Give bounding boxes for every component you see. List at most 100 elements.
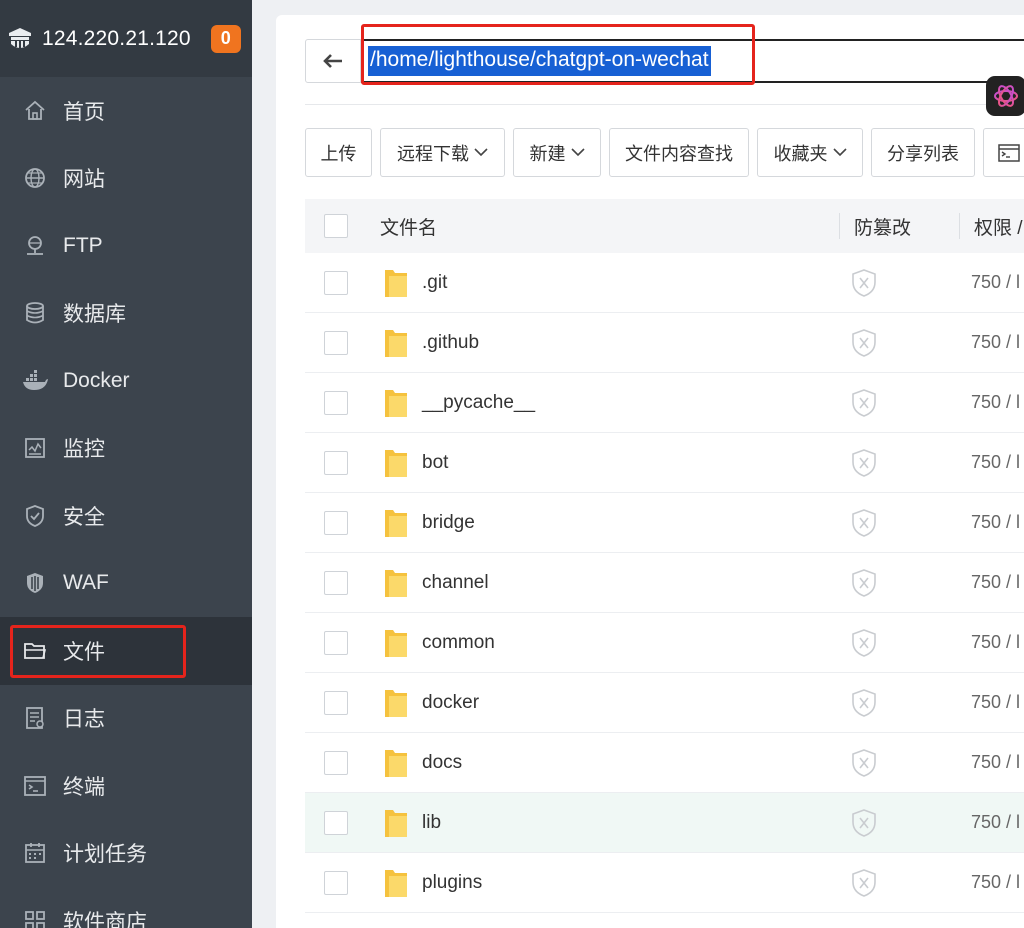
sidebar-item-label: 数据库: [63, 303, 126, 327]
tamper-protection-icon[interactable]: [850, 808, 878, 843]
file-name[interactable]: common: [422, 632, 495, 654]
server-header: 124.220.21.120 0: [0, 0, 252, 77]
permission-value[interactable]: 750 / l: [971, 692, 1020, 713]
table-row[interactable]: lib 750 / l: [305, 793, 1024, 853]
sidebar-item-label: 网站: [63, 168, 105, 192]
sidebar-item-6[interactable]: 安全: [0, 482, 252, 550]
sidebar-item-3[interactable]: 数据库: [0, 280, 252, 348]
terminal-button[interactable]: [983, 128, 1024, 177]
permission-value[interactable]: 750 / l: [971, 392, 1020, 413]
share-list-button[interactable]: 分享列表: [871, 128, 975, 177]
tamper-protection-icon[interactable]: [850, 328, 878, 363]
tamper-protection-icon[interactable]: [850, 568, 878, 603]
tamper-protection-icon[interactable]: [850, 508, 878, 543]
table-row[interactable]: bot 750 / l: [305, 433, 1024, 493]
file-name[interactable]: .git: [422, 272, 447, 294]
row-checkbox[interactable]: [324, 510, 348, 535]
remote-download-button[interactable]: 远程下载: [380, 128, 505, 177]
sidebar-item-10[interactable]: 终端: [0, 752, 252, 820]
permission-value[interactable]: 750 / l: [971, 572, 1020, 593]
path-bar: /home/lighthouse/chatgpt-on-wechat: [305, 39, 1024, 83]
sidebar-item-8[interactable]: 文件: [0, 617, 252, 685]
row-checkbox[interactable]: [324, 810, 348, 835]
row-checkbox[interactable]: [324, 390, 348, 415]
table-row[interactable]: common 750 / l: [305, 613, 1024, 673]
sidebar-item-12[interactable]: 软件商店: [0, 887, 252, 928]
globe-icon: [22, 165, 48, 191]
file-name[interactable]: .github: [422, 332, 479, 354]
header-permission[interactable]: 权限 /: [974, 213, 1023, 240]
tamper-protection-icon[interactable]: [850, 388, 878, 423]
upload-button[interactable]: 上传: [305, 128, 372, 177]
favorites-button[interactable]: 收藏夹: [757, 128, 863, 177]
sidebar-item-label: 文件: [63, 640, 105, 664]
row-checkbox[interactable]: [324, 870, 348, 895]
path-text: /home/lighthouse/chatgpt-on-wechat: [368, 46, 711, 76]
table-row[interactable]: docs 750 / l: [305, 733, 1024, 793]
row-checkbox[interactable]: [324, 630, 348, 655]
table-row[interactable]: [305, 913, 1024, 928]
permission-value[interactable]: 750 / l: [971, 812, 1020, 833]
header-tamper[interactable]: 防篡改: [854, 213, 911, 240]
file-name[interactable]: __pycache__: [422, 392, 535, 414]
table-row[interactable]: .git 750 / l: [305, 253, 1024, 313]
table-header: 文件名 防篡改 权限 /: [305, 199, 1024, 253]
file-name[interactable]: channel: [422, 572, 489, 594]
permission-value[interactable]: 750 / l: [971, 452, 1020, 473]
tamper-protection-icon[interactable]: [850, 448, 878, 483]
file-name[interactable]: docker: [422, 692, 479, 714]
file-name[interactable]: lib: [422, 812, 441, 834]
tamper-protection-icon[interactable]: [850, 868, 878, 903]
table-row[interactable]: channel 750 / l: [305, 553, 1024, 613]
table-row[interactable]: docker 750 / l: [305, 673, 1024, 733]
row-checkbox[interactable]: [324, 330, 348, 355]
notification-badge[interactable]: 0: [210, 24, 241, 53]
sidebar-item-label: WAF: [63, 571, 109, 595]
permission-value[interactable]: 750 / l: [971, 512, 1020, 533]
sidebar-item-0[interactable]: 首页: [0, 77, 252, 145]
sidebar-item-1[interactable]: 网站: [0, 145, 252, 213]
sidebar-item-7[interactable]: WAF: [0, 550, 252, 618]
sidebar-item-11[interactable]: 计划任务: [0, 820, 252, 888]
sidebar-item-4[interactable]: Docker: [0, 347, 252, 415]
sidebar-item-label: FTP: [63, 233, 103, 257]
shield-icon: [22, 503, 48, 529]
back-button[interactable]: [305, 39, 361, 83]
permission-value[interactable]: 750 / l: [971, 272, 1020, 293]
chevron-down-icon: [474, 148, 488, 157]
row-checkbox[interactable]: [324, 570, 348, 595]
file-name[interactable]: docs: [422, 752, 462, 774]
tamper-protection-icon[interactable]: [850, 688, 878, 723]
file-name[interactable]: bot: [422, 452, 448, 474]
permission-value[interactable]: 750 / l: [971, 752, 1020, 773]
select-all-checkbox[interactable]: [324, 214, 348, 238]
log-icon: [22, 705, 48, 731]
sidebar-item-5[interactable]: 监控: [0, 415, 252, 483]
table-row[interactable]: .github 750 / l: [305, 313, 1024, 373]
sidebar-item-9[interactable]: 日志: [0, 685, 252, 753]
table-row[interactable]: plugins 750 / l: [305, 853, 1024, 913]
ftp-icon: [22, 233, 48, 259]
path-input[interactable]: /home/lighthouse/chatgpt-on-wechat: [361, 39, 1024, 83]
sidebar-item-2[interactable]: FTP: [0, 212, 252, 280]
row-checkbox[interactable]: [324, 690, 348, 715]
search-content-button[interactable]: 文件内容查找: [609, 128, 749, 177]
tamper-protection-icon[interactable]: [850, 628, 878, 663]
tamper-protection-icon[interactable]: [850, 268, 878, 303]
table-row[interactable]: bridge 750 / l: [305, 493, 1024, 553]
file-manager-panel: /home/lighthouse/chatgpt-on-wechat 上传 远程…: [276, 15, 1024, 928]
file-name[interactable]: bridge: [422, 512, 475, 534]
permission-value[interactable]: 750 / l: [971, 332, 1020, 353]
permission-value[interactable]: 750 / l: [971, 872, 1020, 893]
permission-value[interactable]: 750 / l: [971, 632, 1020, 653]
tamper-protection-icon[interactable]: [850, 748, 878, 783]
row-checkbox[interactable]: [324, 450, 348, 475]
row-checkbox[interactable]: [324, 750, 348, 775]
table-row[interactable]: __pycache__ 750 / l: [305, 373, 1024, 433]
favorites-label: 收藏夹: [773, 143, 828, 164]
file-name[interactable]: plugins: [422, 872, 482, 894]
new-button[interactable]: 新建: [513, 128, 601, 177]
openai-icon[interactable]: [986, 76, 1024, 116]
row-checkbox[interactable]: [324, 270, 348, 295]
header-filename[interactable]: 文件名: [380, 213, 437, 240]
